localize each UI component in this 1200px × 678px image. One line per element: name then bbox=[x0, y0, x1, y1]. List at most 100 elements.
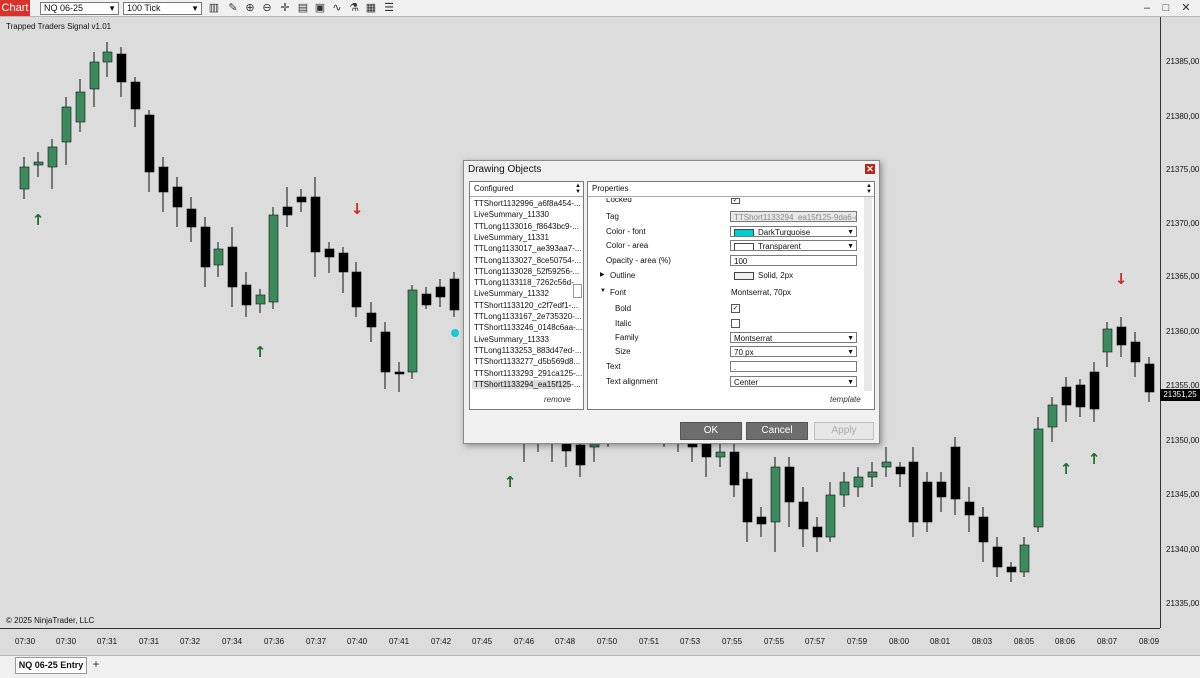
signal-arrow-up-icon: ↑ bbox=[254, 343, 267, 361]
font-label: Font bbox=[610, 288, 627, 297]
candle-down bbox=[421, 293, 432, 306]
chart-window-tab[interactable]: Chart bbox=[0, 0, 30, 16]
configured-list-item[interactable]: LiveSummary_11333 bbox=[474, 335, 549, 344]
configured-panel: Configured ▲ ▼ TTShort1132996_a6f8a454-..… bbox=[469, 181, 584, 410]
configured-list-item[interactable]: TTShort1133294_ea15f125-... bbox=[472, 379, 581, 389]
configured-list-item[interactable]: TTShort1133277_d5b569d8... bbox=[474, 357, 580, 366]
expand-outline-icon[interactable]: ▶ bbox=[600, 271, 605, 278]
remove-link[interactable]: remove bbox=[544, 395, 571, 404]
outline-value[interactable]: Solid, 2px bbox=[734, 271, 793, 280]
scroll-arrows-icon[interactable]: ▲ ▼ bbox=[575, 183, 581, 195]
candle-up bbox=[867, 471, 878, 478]
drawing-object-marker[interactable] bbox=[451, 329, 459, 337]
text-alignment-dropdown[interactable]: Center ▼ bbox=[730, 376, 857, 387]
interval-selector[interactable]: 100 Tick ▼ bbox=[123, 2, 202, 15]
candle-down bbox=[366, 312, 377, 328]
color-font-dropdown[interactable]: DarkTurquoise ▼ bbox=[730, 226, 857, 237]
time-tick-label: 07:51 bbox=[639, 637, 660, 646]
instrument-selector[interactable]: NQ 06-25 ▼ bbox=[40, 2, 119, 15]
crosshair-icon[interactable]: ✛ bbox=[278, 1, 292, 15]
candle-up bbox=[881, 461, 892, 468]
candle-up bbox=[770, 466, 781, 523]
collapse-font-icon[interactable]: ▼ bbox=[600, 288, 606, 294]
bar-type-icon[interactable]: ▥ bbox=[207, 1, 221, 15]
configured-list-item[interactable]: TTLong1133027_8ce50754-... bbox=[474, 256, 581, 265]
signal-arrow-up-icon: ↑ bbox=[1088, 450, 1101, 468]
price-axis[interactable]: 21385,00 21380,00 21375,00 21370,00 21365,00… bbox=[1160, 17, 1200, 628]
data-box-icon[interactable]: ▣ bbox=[313, 1, 327, 15]
chart-properties-icon[interactable]: ▤ bbox=[296, 1, 310, 15]
family-dropdown[interactable]: Montserrat ▼ bbox=[730, 332, 857, 343]
price-tick-label: 21335,00 bbox=[1166, 599, 1200, 608]
close-window-icon[interactable]: ✕ bbox=[1178, 1, 1194, 15]
configured-list-item[interactable]: TTShort1133120_c2f7edf1-... bbox=[474, 301, 578, 310]
configured-list-item[interactable]: LiveSummary_11332 bbox=[474, 289, 549, 298]
configured-list-item[interactable]: LiveSummary_11330 bbox=[474, 210, 549, 219]
configured-list-item[interactable]: TTLong1133167_2e735320-... bbox=[474, 312, 582, 321]
configured-list-item[interactable]: TTShort1133246_0148c6aa-... bbox=[474, 323, 582, 332]
ok-button[interactable]: OK bbox=[680, 422, 742, 440]
notes-icon[interactable]: ▦ bbox=[364, 1, 378, 15]
candle-up bbox=[19, 166, 30, 190]
minimize-icon[interactable]: – bbox=[1139, 1, 1155, 15]
zoom-out-icon[interactable]: ⊖ bbox=[260, 1, 274, 15]
strategies-icon[interactable]: ⚗ bbox=[347, 1, 361, 15]
size-dropdown[interactable]: 70 px ▼ bbox=[730, 346, 857, 357]
configured-list-item[interactable]: TTLong1133017_ae393aa7-... bbox=[474, 244, 582, 253]
properties-header-label: Properties bbox=[592, 184, 629, 193]
tab-nq-entry[interactable]: NQ 06-25 Entry bbox=[15, 657, 87, 674]
candle-down bbox=[1089, 371, 1100, 410]
candle-up bbox=[853, 476, 864, 488]
candle-up bbox=[89, 61, 100, 90]
opacity-input[interactable]: 100 bbox=[730, 255, 857, 266]
text-input[interactable]: . bbox=[730, 361, 857, 372]
candle-up bbox=[213, 248, 224, 266]
properties-scrollbar[interactable] bbox=[864, 197, 872, 391]
configured-list-item[interactable]: TTLong1133253_883d47ed-... bbox=[474, 346, 582, 355]
signal-arrow-up-icon: ↑ bbox=[504, 473, 517, 491]
color-font-label: Color - font bbox=[606, 227, 646, 236]
candle-down bbox=[130, 81, 141, 110]
time-tick-label: 07:55 bbox=[722, 637, 743, 646]
maximize-icon[interactable]: □ bbox=[1158, 1, 1174, 15]
candle-down bbox=[784, 466, 795, 503]
time-tick-label: 07:55 bbox=[764, 637, 785, 646]
configured-list-item[interactable]: LiveSummary_11331 bbox=[474, 233, 549, 242]
candle-up bbox=[1033, 428, 1044, 528]
configured-list-item[interactable]: TTLong1133016_f8643bc9-... bbox=[474, 222, 579, 231]
tag-field[interactable]: TTShort1133294_ea15f125-9da6-4d64 bbox=[730, 211, 857, 222]
bold-checkbox[interactable]: ✓ bbox=[731, 304, 740, 313]
cancel-button[interactable]: Cancel bbox=[746, 422, 808, 440]
color-area-dropdown[interactable]: Transparent ▼ bbox=[730, 240, 857, 251]
configured-list-item[interactable]: TTShort1133293_291ca125-... bbox=[474, 369, 582, 378]
candle-down bbox=[324, 248, 335, 258]
time-tick-label: 07:31 bbox=[139, 637, 160, 646]
candle-down bbox=[1061, 386, 1072, 406]
locked-checkbox[interactable]: ✓ bbox=[731, 198, 740, 204]
color-area-label: Color - area bbox=[606, 241, 649, 250]
candle-up bbox=[1047, 404, 1058, 428]
scroll-arrows-icon[interactable]: ▲ ▼ bbox=[866, 183, 872, 195]
indicators-icon[interactable]: ∿ bbox=[330, 1, 344, 15]
candle-up bbox=[255, 294, 266, 305]
configured-list-item[interactable]: TTLong1133118_7262c56d-... bbox=[474, 278, 580, 287]
italic-checkbox[interactable] bbox=[731, 319, 740, 328]
candle-down bbox=[798, 501, 809, 530]
candle-down bbox=[701, 442, 712, 458]
candle-up bbox=[715, 451, 726, 458]
configured-list-item[interactable]: TTShort1132996_a6f8a454-... bbox=[474, 199, 581, 208]
text-alignment-value: Center bbox=[734, 378, 759, 387]
template-link[interactable]: template bbox=[830, 395, 861, 404]
configured-list-item[interactable]: TTLong1133028_52f59256-... bbox=[474, 267, 579, 276]
outline-label: Outline bbox=[610, 271, 636, 280]
list-scrollbar-thumb[interactable] bbox=[573, 284, 582, 298]
close-icon[interactable]: ✕ bbox=[865, 164, 875, 174]
time-axis[interactable]: 07:30 07:30 07:31 07:31 07:32 07:34 07:36 07:37… bbox=[0, 628, 1160, 647]
candle-up bbox=[33, 161, 44, 166]
add-tab-icon[interactable]: + bbox=[90, 658, 102, 670]
time-tick-label: 08:00 bbox=[889, 637, 910, 646]
zoom-in-icon[interactable]: ⊕ bbox=[243, 1, 257, 15]
more-menu-icon[interactable]: ☰ bbox=[382, 1, 396, 15]
apply-button[interactable]: Apply bbox=[814, 422, 874, 440]
draw-pencil-icon[interactable]: ✎ bbox=[226, 1, 240, 15]
